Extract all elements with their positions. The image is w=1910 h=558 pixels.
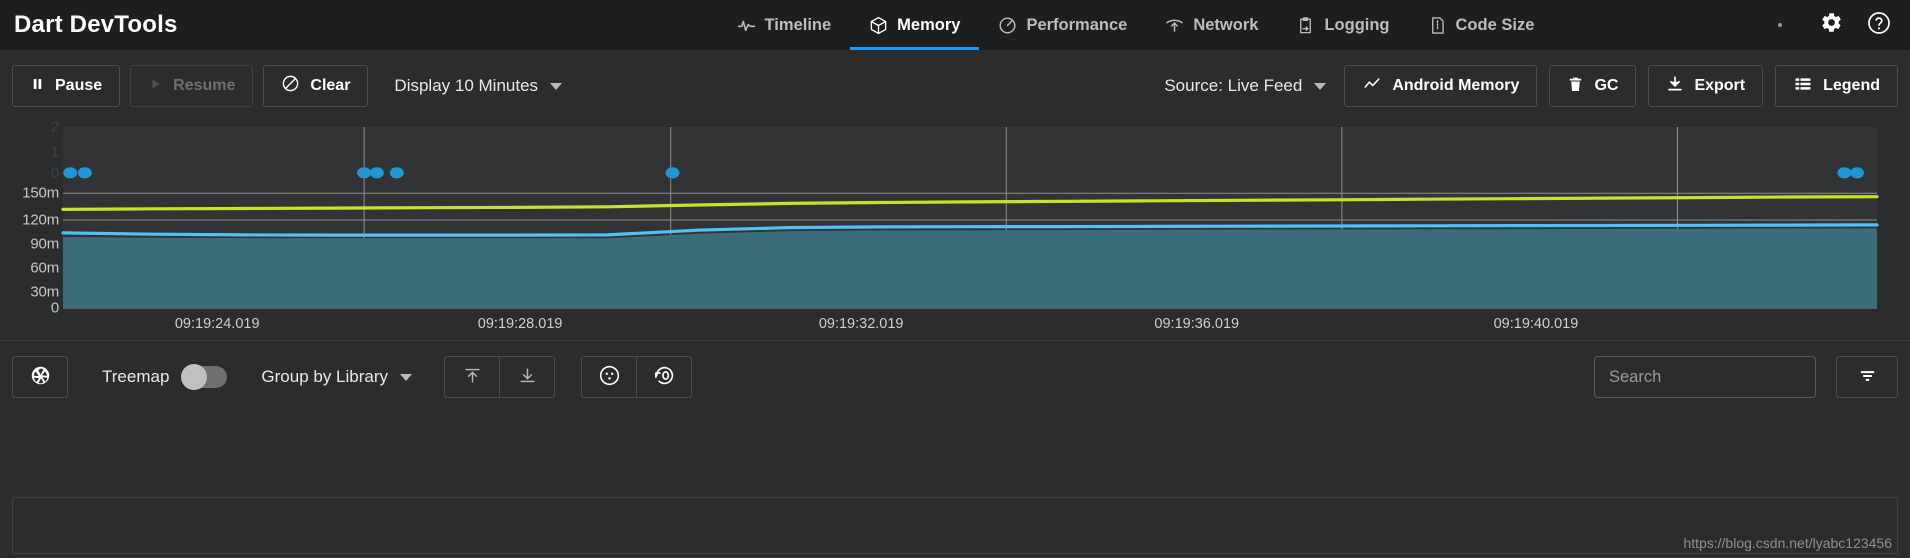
pause-icon bbox=[30, 76, 45, 97]
gauge-icon bbox=[998, 16, 1017, 35]
source-dropdown[interactable]: Source: Live Feed bbox=[1158, 65, 1332, 107]
chart-plot-area[interactable] bbox=[0, 122, 1910, 340]
settings-button[interactable] bbox=[1810, 4, 1852, 46]
tab-logging-label: Logging bbox=[1324, 15, 1390, 34]
tab-code-size-label: Code Size bbox=[1455, 15, 1535, 34]
x-axis-tick-label: 09:19:24.019 bbox=[174, 316, 260, 332]
chart-x-axis: 09:19:24.019 09:19:28.019 09:19:32.019 09:1… bbox=[0, 316, 1910, 340]
x-axis-tick-label: 09:19:32.019 bbox=[818, 316, 904, 332]
play-icon bbox=[148, 76, 163, 97]
tab-memory[interactable]: Memory bbox=[850, 0, 980, 50]
tab-network-label: Network bbox=[1193, 15, 1259, 34]
treemap-toggle-knob bbox=[181, 364, 208, 390]
tab-performance[interactable]: Performance bbox=[979, 0, 1146, 50]
group-by-dropdown[interactable]: Group by Library bbox=[255, 356, 418, 398]
tab-performance-label: Performance bbox=[1026, 15, 1128, 34]
android-memory-button[interactable]: Android Memory bbox=[1344, 65, 1538, 107]
treemap-label: Treemap bbox=[102, 367, 170, 386]
help-circle-icon bbox=[1867, 11, 1891, 40]
watermark: https://blog.csdn.net/lyabc123456 bbox=[1683, 535, 1892, 551]
group-by-label: Group by Library bbox=[261, 367, 389, 386]
gc-button[interactable]: GC bbox=[1549, 65, 1637, 107]
block-icon bbox=[281, 74, 300, 98]
snapshot-results-panel bbox=[12, 497, 1898, 554]
memory-toolbar: Pause Resume Clear Display 10 Minutes So… bbox=[0, 50, 1910, 122]
file-zip-icon bbox=[1428, 16, 1447, 35]
tab-logging[interactable]: Logging bbox=[1277, 0, 1408, 50]
memory-chart[interactable]: 2 1 0 150m 120m 90m 60m 30m 0 09:19:24.019 09:19:… bbox=[0, 122, 1910, 340]
android-memory-label: Android Memory bbox=[1392, 77, 1520, 94]
clear-button[interactable]: Clear bbox=[263, 65, 369, 107]
app-title: Dart DevTools bbox=[14, 11, 178, 38]
tab-memory-label: Memory bbox=[897, 15, 961, 34]
expand-collapse-group bbox=[444, 356, 556, 398]
legend-button[interactable]: Legend bbox=[1775, 65, 1898, 107]
tab-timeline[interactable]: Timeline bbox=[718, 0, 851, 50]
display-interval-label: Display 10 Minutes bbox=[394, 76, 539, 95]
chevron-down-icon bbox=[550, 82, 563, 90]
tab-code-size[interactable]: Code Size bbox=[1409, 0, 1554, 50]
x-axis-tick-label: 09:19:40.019 bbox=[1493, 316, 1579, 332]
app-header: Dart DevTools Timeline Memory Performanc… bbox=[0, 0, 1910, 50]
aperture-icon bbox=[30, 365, 51, 389]
source-dropdown-label: Source: Live Feed bbox=[1164, 76, 1303, 95]
tab-network[interactable]: Network bbox=[1146, 0, 1277, 50]
clear-button-label: Clear bbox=[310, 77, 351, 94]
gc-button-label: GC bbox=[1594, 77, 1619, 94]
take-snapshot-button[interactable] bbox=[12, 356, 68, 398]
pulse-icon bbox=[737, 16, 756, 35]
clipboard-icon bbox=[1296, 16, 1315, 35]
collapse-all-button[interactable] bbox=[444, 356, 501, 398]
legend-list-icon bbox=[1793, 75, 1813, 98]
arrow-down-to-line-icon bbox=[518, 366, 537, 388]
filter-button[interactable] bbox=[1836, 356, 1898, 398]
allocation-circle-icon bbox=[598, 364, 621, 390]
allocation-controls-group bbox=[581, 356, 693, 398]
trash-icon bbox=[1567, 75, 1584, 98]
restore-zero-icon bbox=[653, 364, 676, 390]
snapshot-toolbar: Treemap Group by Library bbox=[0, 341, 1910, 413]
header-actions bbox=[1778, 0, 1900, 50]
export-button[interactable]: Export bbox=[1648, 65, 1764, 107]
box-icon bbox=[869, 16, 888, 35]
x-axis-tick-label: 09:19:28.019 bbox=[477, 316, 563, 332]
main-tabs: Timeline Memory Performance Network Logg… bbox=[718, 0, 1554, 50]
filter-icon bbox=[1857, 367, 1878, 388]
download-icon bbox=[1666, 75, 1684, 98]
toolbar-right-group: Source: Live Feed Android Memory GC Expo… bbox=[1138, 65, 1898, 107]
export-button-label: Export bbox=[1694, 77, 1746, 94]
x-axis-tick-label: 09:19:36.019 bbox=[1154, 316, 1240, 332]
pause-button[interactable]: Pause bbox=[12, 65, 121, 107]
legend-button-label: Legend bbox=[1823, 77, 1880, 94]
status-dot bbox=[1778, 23, 1782, 27]
resume-button-label: Resume bbox=[173, 77, 236, 94]
arrow-up-to-line-icon bbox=[463, 366, 482, 388]
help-button[interactable] bbox=[1858, 4, 1900, 46]
track-allocations-button[interactable] bbox=[581, 356, 638, 398]
tab-timeline-label: Timeline bbox=[764, 15, 832, 34]
chevron-down-icon bbox=[1314, 82, 1327, 90]
display-interval-dropdown[interactable]: Display 10 Minutes bbox=[388, 65, 568, 107]
wifi-icon bbox=[1165, 16, 1184, 35]
gear-icon bbox=[1820, 11, 1843, 39]
expand-all-button[interactable] bbox=[499, 356, 556, 398]
reset-accumulators-button[interactable] bbox=[636, 356, 693, 398]
search-input[interactable] bbox=[1594, 356, 1816, 398]
pause-button-label: Pause bbox=[55, 77, 103, 94]
treemap-toggle[interactable] bbox=[181, 364, 228, 390]
resume-button[interactable]: Resume bbox=[130, 65, 254, 107]
line-chart-icon bbox=[1362, 75, 1382, 98]
chevron-down-icon bbox=[400, 373, 413, 381]
